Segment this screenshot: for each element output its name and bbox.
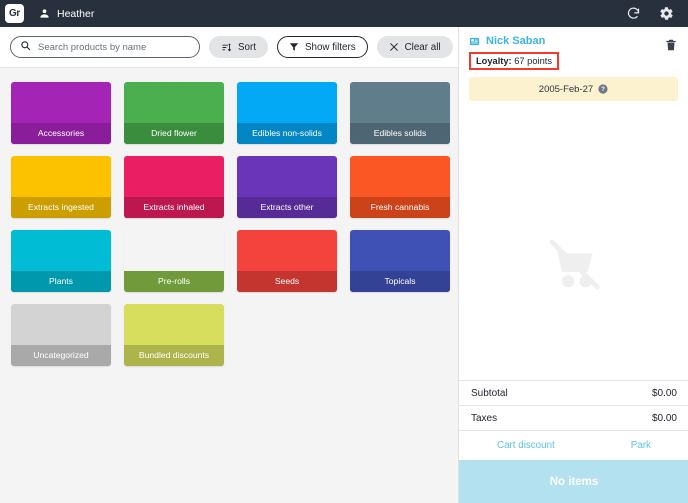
taxes-value: $0.00 [652,413,677,424]
category-tile-label: Topicals [350,271,450,292]
loyalty-label: Loyalty: [476,56,512,66]
category-tile[interactable]: Extracts inhaled [124,156,224,218]
category-tile[interactable]: Edibles solids [350,82,450,144]
product-category-grid: Accessories Dried flower Edibles non-solid… [0,68,458,503]
category-tile[interactable]: Pre-rolls [124,230,224,292]
cart-action-row: Cart discount Park [459,430,688,460]
customer-header: Nick Saban Loyalty: 67 points [459,27,688,74]
customer-name-link[interactable]: Nick Saban [486,35,545,47]
no-cart-icon [543,237,605,293]
category-tile[interactable]: Extracts other [237,156,337,218]
category-tile[interactable]: Accessories [11,82,111,144]
filter-icon [289,42,299,52]
cart-totals: Subtotal $0.00 Taxes $0.00 Cart discount… [459,380,688,503]
sort-button[interactable]: Sort [209,36,268,58]
close-icon [389,42,399,52]
refresh-icon[interactable] [626,6,641,21]
sort-button-label: Sort [238,42,256,53]
search-icon [20,38,31,56]
gear-icon[interactable] [659,6,674,21]
category-tile[interactable]: Fresh cannabis [350,156,450,218]
category-tile-label: Extracts inhaled [124,197,224,218]
search-input[interactable] [38,42,190,53]
subtotal-value: $0.00 [652,388,677,399]
person-icon [39,8,50,19]
transaction-date-label: 2005-Feb-27 [539,84,593,95]
id-card-icon [469,36,480,47]
loyalty-value: 67 points [514,56,552,66]
subtotal-label: Subtotal [471,388,508,399]
category-tile[interactable]: Topicals [350,230,450,292]
loyalty-points-badge: Loyalty: 67 points [469,52,559,70]
category-tile-label: Extracts other [237,197,337,218]
category-tile-label: Seeds [237,271,337,292]
category-tile[interactable]: Edibles non-solids [237,82,337,144]
category-tile-label: Dried flower [124,123,224,144]
taxes-label: Taxes [471,413,497,424]
category-tile-label: Pre-rolls [124,271,224,292]
sort-icon [221,42,232,53]
empty-cart-placeholder [459,132,688,397]
category-tile[interactable]: Uncategorized [11,304,111,366]
category-tile[interactable]: Plants [11,230,111,292]
show-filters-label: Show filters [305,42,356,53]
table-row: Taxes $0.00 [459,405,688,430]
table-row: Subtotal $0.00 [459,380,688,405]
category-tile[interactable]: Extracts ingested [11,156,111,218]
current-user[interactable]: Heather [39,8,94,20]
svg-text:?: ? [601,86,605,93]
pos-application: Gr Heather [0,0,688,503]
category-tile[interactable]: Seeds [237,230,337,292]
top-navigation-bar: Gr Heather [0,0,688,27]
category-tile-label: Fresh cannabis [350,197,450,218]
category-tile-label: Uncategorized [11,345,111,366]
clear-all-button[interactable]: Clear all [377,36,453,58]
category-tile-label: Plants [11,271,111,292]
category-tile-label: Bundled discounts [124,345,224,366]
category-tile-label: Edibles solids [350,123,450,144]
product-toolbar: Sort Show filters Clear all [0,27,458,68]
clear-all-label: Clear all [405,42,441,53]
top-bar-actions [626,6,688,21]
cart-discount-button[interactable]: Cart discount [497,440,555,451]
park-button[interactable]: Park [631,440,651,451]
customer-name-row[interactable]: Nick Saban [469,35,678,47]
category-tile-label: Edibles non-solids [237,123,337,144]
category-tile-label: Extracts ingested [11,197,111,218]
category-tile[interactable]: Bundled discounts [124,304,224,366]
trash-icon[interactable] [664,38,678,52]
show-filters-button[interactable]: Show filters [277,36,368,58]
category-tile-label: Accessories [11,123,111,144]
transaction-date-banner[interactable]: 2005-Feb-27 ? [469,77,678,101]
checkout-button[interactable]: No items [459,460,688,503]
cart-panel: Nick Saban Loyalty: 67 points 2005-Feb-2… [458,27,688,503]
app-logo[interactable]: Gr [5,4,24,23]
question-mark-icon[interactable]: ? [598,84,608,94]
category-tile[interactable]: Dried flower [124,82,224,144]
user-name-label: Heather [57,8,94,20]
search-field-container[interactable] [10,36,200,58]
